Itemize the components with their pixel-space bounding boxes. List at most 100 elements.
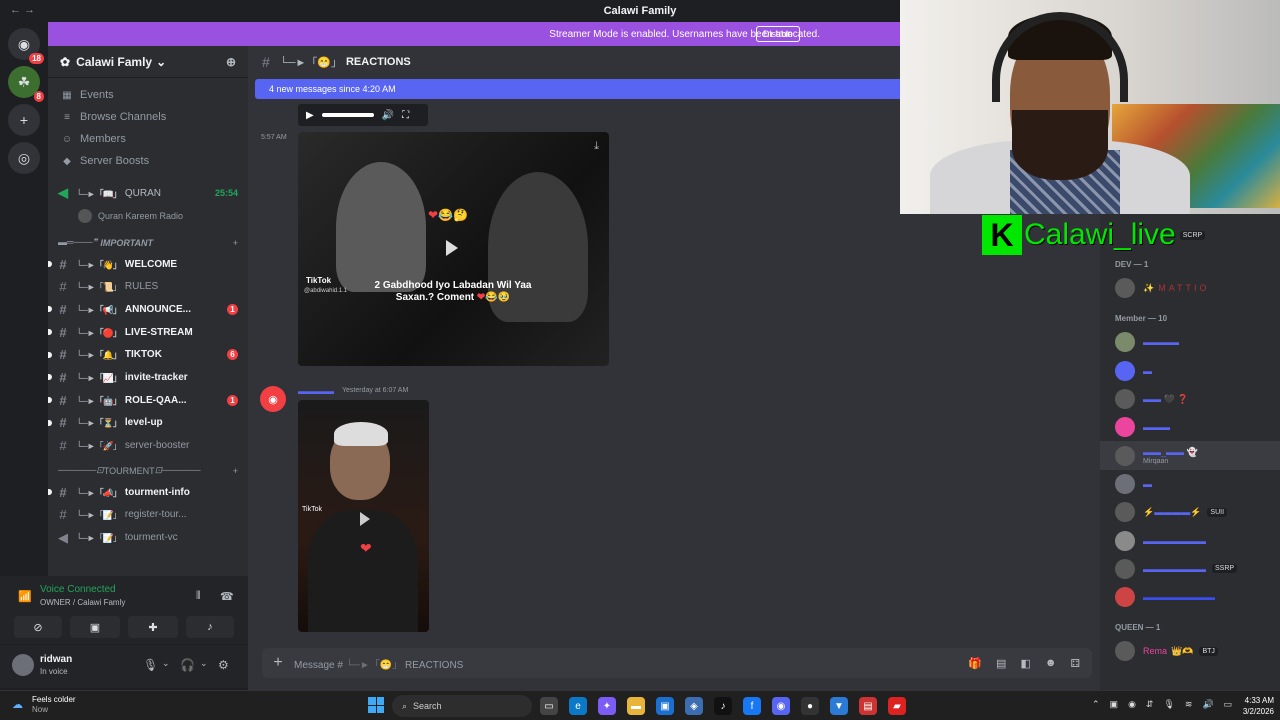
disable-button[interactable]: Disable xyxy=(755,26,800,42)
video-attachment-1[interactable]: ❤😂🤔 ⤓ TikTok @abdiwahid.1.1 2 Gabdhood I… xyxy=(298,132,609,366)
channel-item[interactable]: # └─►「📜」 RULES xyxy=(48,275,248,298)
tray-app-icon[interactable]: ⇵ xyxy=(1146,699,1154,710)
microphone-icon[interactable]: 🎙 xyxy=(143,658,158,672)
channel-item[interactable]: # └─►「📢」 ANNOUNCE... 1 xyxy=(48,298,248,321)
back-forward-icon[interactable]: ← → xyxy=(10,4,35,16)
volume-icon[interactable]: 🔊 xyxy=(382,110,394,121)
member-row[interactable]: ▬▬_▬▬ 👻 Mirqaan xyxy=(1100,441,1280,470)
attach-plus-icon[interactable]: + xyxy=(262,654,294,672)
channel-item[interactable]: # └─►「📣」 tourment-info xyxy=(48,481,248,504)
fullscreen-icon[interactable]: ⛶ xyxy=(402,110,409,121)
wifi-icon[interactable]: ≋ xyxy=(1185,699,1193,710)
sticker-icon[interactable]: ◧ xyxy=(1020,657,1030,670)
chevron-up-icon[interactable]: ⌃ xyxy=(1092,699,1100,710)
soundboard-button[interactable]: ♪ xyxy=(186,616,234,638)
weather-widget[interactable]: Feels colder Now xyxy=(32,695,76,715)
member-row[interactable]: ▬▬▬▬▬▬▬ SSRP xyxy=(1100,555,1280,583)
app-icon[interactable]: ▰ xyxy=(888,697,906,715)
gif-icon[interactable]: ▤ xyxy=(996,657,1006,670)
guild-header[interactable]: ✿ Calawi Famly ⌄ ⊕ xyxy=(48,46,248,78)
copilot-icon[interactable]: ✦ xyxy=(598,697,616,715)
microphone-icon[interactable]: 🎙 xyxy=(1163,699,1174,710)
member-row[interactable]: ⚡▬▬▬▬⚡ SUII xyxy=(1100,498,1280,526)
channel-item[interactable]: # └─►「📝」 register-tour... xyxy=(48,504,248,527)
discover-icon[interactable]: ◎ xyxy=(8,142,40,174)
gift-icon[interactable]: 🎁 xyxy=(968,657,982,670)
events-link[interactable]: ▦ Events xyxy=(56,84,240,106)
play-icon[interactable] xyxy=(446,240,458,256)
chevron-down-icon[interactable]: ⌄ xyxy=(162,658,170,669)
author-name-truncated[interactable]: ▬▬▬▬ xyxy=(298,386,334,396)
server-icon-calawi[interactable]: ☘ 8 xyxy=(8,66,44,102)
member-row[interactable]: ✨ MATTIO xyxy=(1100,274,1280,302)
tiktok-icon[interactable]: ♪ xyxy=(714,697,732,715)
member-row[interactable]: ▬ xyxy=(1100,357,1280,385)
member-row[interactable]: ▬▬▬▬▬▬▬ xyxy=(1100,526,1280,554)
server-boosts-link[interactable]: ◆ Server Boosts xyxy=(56,150,240,172)
play-icon[interactable] xyxy=(360,512,370,526)
avatar[interactable] xyxy=(12,654,34,676)
invite-user-icon[interactable]: ⊕ xyxy=(226,55,236,69)
emoji-icon[interactable]: ☻ xyxy=(1045,657,1057,670)
add-server-icon[interactable]: + xyxy=(8,104,40,136)
discord-avatar-icon[interactable]: ◉ xyxy=(260,386,286,412)
channel-item[interactable]: # └─►「🤖」 ROLE-QAA... 1 xyxy=(48,389,248,412)
member-row[interactable]: Rema 👑🫶 BTJ xyxy=(1100,637,1280,665)
message-composer[interactable]: + Message # └─►「😁」 REACTIONS 🎁 ▤ ◧ ☻ ⚃ xyxy=(262,648,1092,678)
username[interactable]: ridwan xyxy=(40,654,72,665)
members-link[interactable]: ☺ Members xyxy=(56,128,240,150)
discord-icon[interactable]: ◉ xyxy=(772,697,790,715)
taskbar-search[interactable]: ⌕ Search xyxy=(392,695,532,717)
file-explorer-icon[interactable]: ▬ xyxy=(627,697,645,715)
channel-item[interactable]: # └─►「📈」 invite-tracker xyxy=(48,366,248,389)
task-view-icon[interactable]: ▭ xyxy=(540,697,558,715)
start-button[interactable] xyxy=(368,697,384,713)
member-row[interactable]: ▬▬▬▬▬▬▬▬ xyxy=(1100,583,1280,611)
member-row[interactable]: ▬▬▬▬ xyxy=(1100,328,1280,356)
composer-placeholder[interactable]: Message # └─►「😁」 REACTIONS xyxy=(294,656,463,671)
add-channel-icon[interactable]: + xyxy=(233,238,238,248)
tray-app-icon[interactable]: ◉ xyxy=(1128,699,1136,710)
app-icon[interactable]: ▤ xyxy=(859,697,877,715)
volume-slider[interactable] xyxy=(321,113,374,117)
voice-channel-quran[interactable]: ◀ └─►「📖」 QURAN 25:54 xyxy=(48,182,248,205)
video-attachment-2[interactable]: TikTok ❤ xyxy=(298,400,429,632)
noise-suppression-icon[interactable]: ⫴ xyxy=(196,590,201,603)
member-row[interactable]: ▬▬ 🖤 ❓ xyxy=(1100,385,1280,413)
category-tourment[interactable]: ──────⊡ TOURMENT ⊡────── + xyxy=(48,461,248,481)
obs-icon[interactable]: ● xyxy=(801,697,819,715)
headphones-icon[interactable]: 🎧 xyxy=(180,658,195,672)
category-important[interactable]: ▬═───❞ IMPORTANT + xyxy=(48,233,248,253)
system-clock[interactable]: 4:33 AM 3/2/2026 xyxy=(1228,695,1274,717)
channel-item[interactable]: # └─►「👋」 WELCOME xyxy=(48,253,248,276)
browse-channels-link[interactable]: ≡ Browse Channels xyxy=(56,106,240,128)
screen-share-button[interactable]: ▣ xyxy=(70,616,120,638)
activities-button[interactable]: ✚ xyxy=(128,616,178,638)
chevron-down-icon[interactable]: ⌄ xyxy=(200,658,208,669)
audio-player[interactable]: ▶ 🔊 ⛶ xyxy=(298,104,428,126)
apps-icon[interactable]: ⚃ xyxy=(1070,657,1080,670)
channel-item[interactable]: # └─►「⏳」 level-up xyxy=(48,412,248,435)
member-row[interactable]: ▬▬▬ xyxy=(1100,413,1280,441)
vpn-icon[interactable]: ▼ xyxy=(830,697,848,715)
disconnect-icon[interactable]: ☎ xyxy=(220,590,234,603)
edge-icon[interactable]: e xyxy=(569,697,587,715)
download-icon[interactable]: ⤓ xyxy=(594,140,599,153)
channel-item[interactable]: # └─►「🚀」 server-booster xyxy=(48,434,248,457)
new-messages-bar[interactable]: 4 new messages since 4:20 AM xyxy=(255,79,900,99)
play-icon[interactable]: ▶ xyxy=(306,110,314,121)
settings-gear-icon[interactable]: ⚙ xyxy=(218,658,229,672)
direct-messages-icon[interactable]: ◉ 18 xyxy=(8,28,44,64)
channel-item[interactable]: # └─►「🔴」 LIVE-STREAM xyxy=(48,321,248,344)
volume-icon[interactable]: 🔊 xyxy=(1202,699,1213,710)
member-row[interactable]: ▬ xyxy=(1100,470,1280,498)
app-icon[interactable]: ◈ xyxy=(685,697,703,715)
voice-user[interactable]: Quran Kareem Radio xyxy=(48,205,248,227)
channel-item[interactable]: ◀ └─►「📝」 tourment-vc xyxy=(48,526,248,549)
channel-item[interactable]: # └─►「🔔」 TIKTOK 6 xyxy=(48,343,248,366)
store-icon[interactable]: ▣ xyxy=(656,697,674,715)
add-channel-icon[interactable]: + xyxy=(233,466,238,476)
camera-off-button[interactable]: ⊘ xyxy=(14,616,62,638)
tray-app-icon[interactable]: ▣ xyxy=(1110,699,1119,710)
facebook-icon[interactable]: f xyxy=(743,697,761,715)
